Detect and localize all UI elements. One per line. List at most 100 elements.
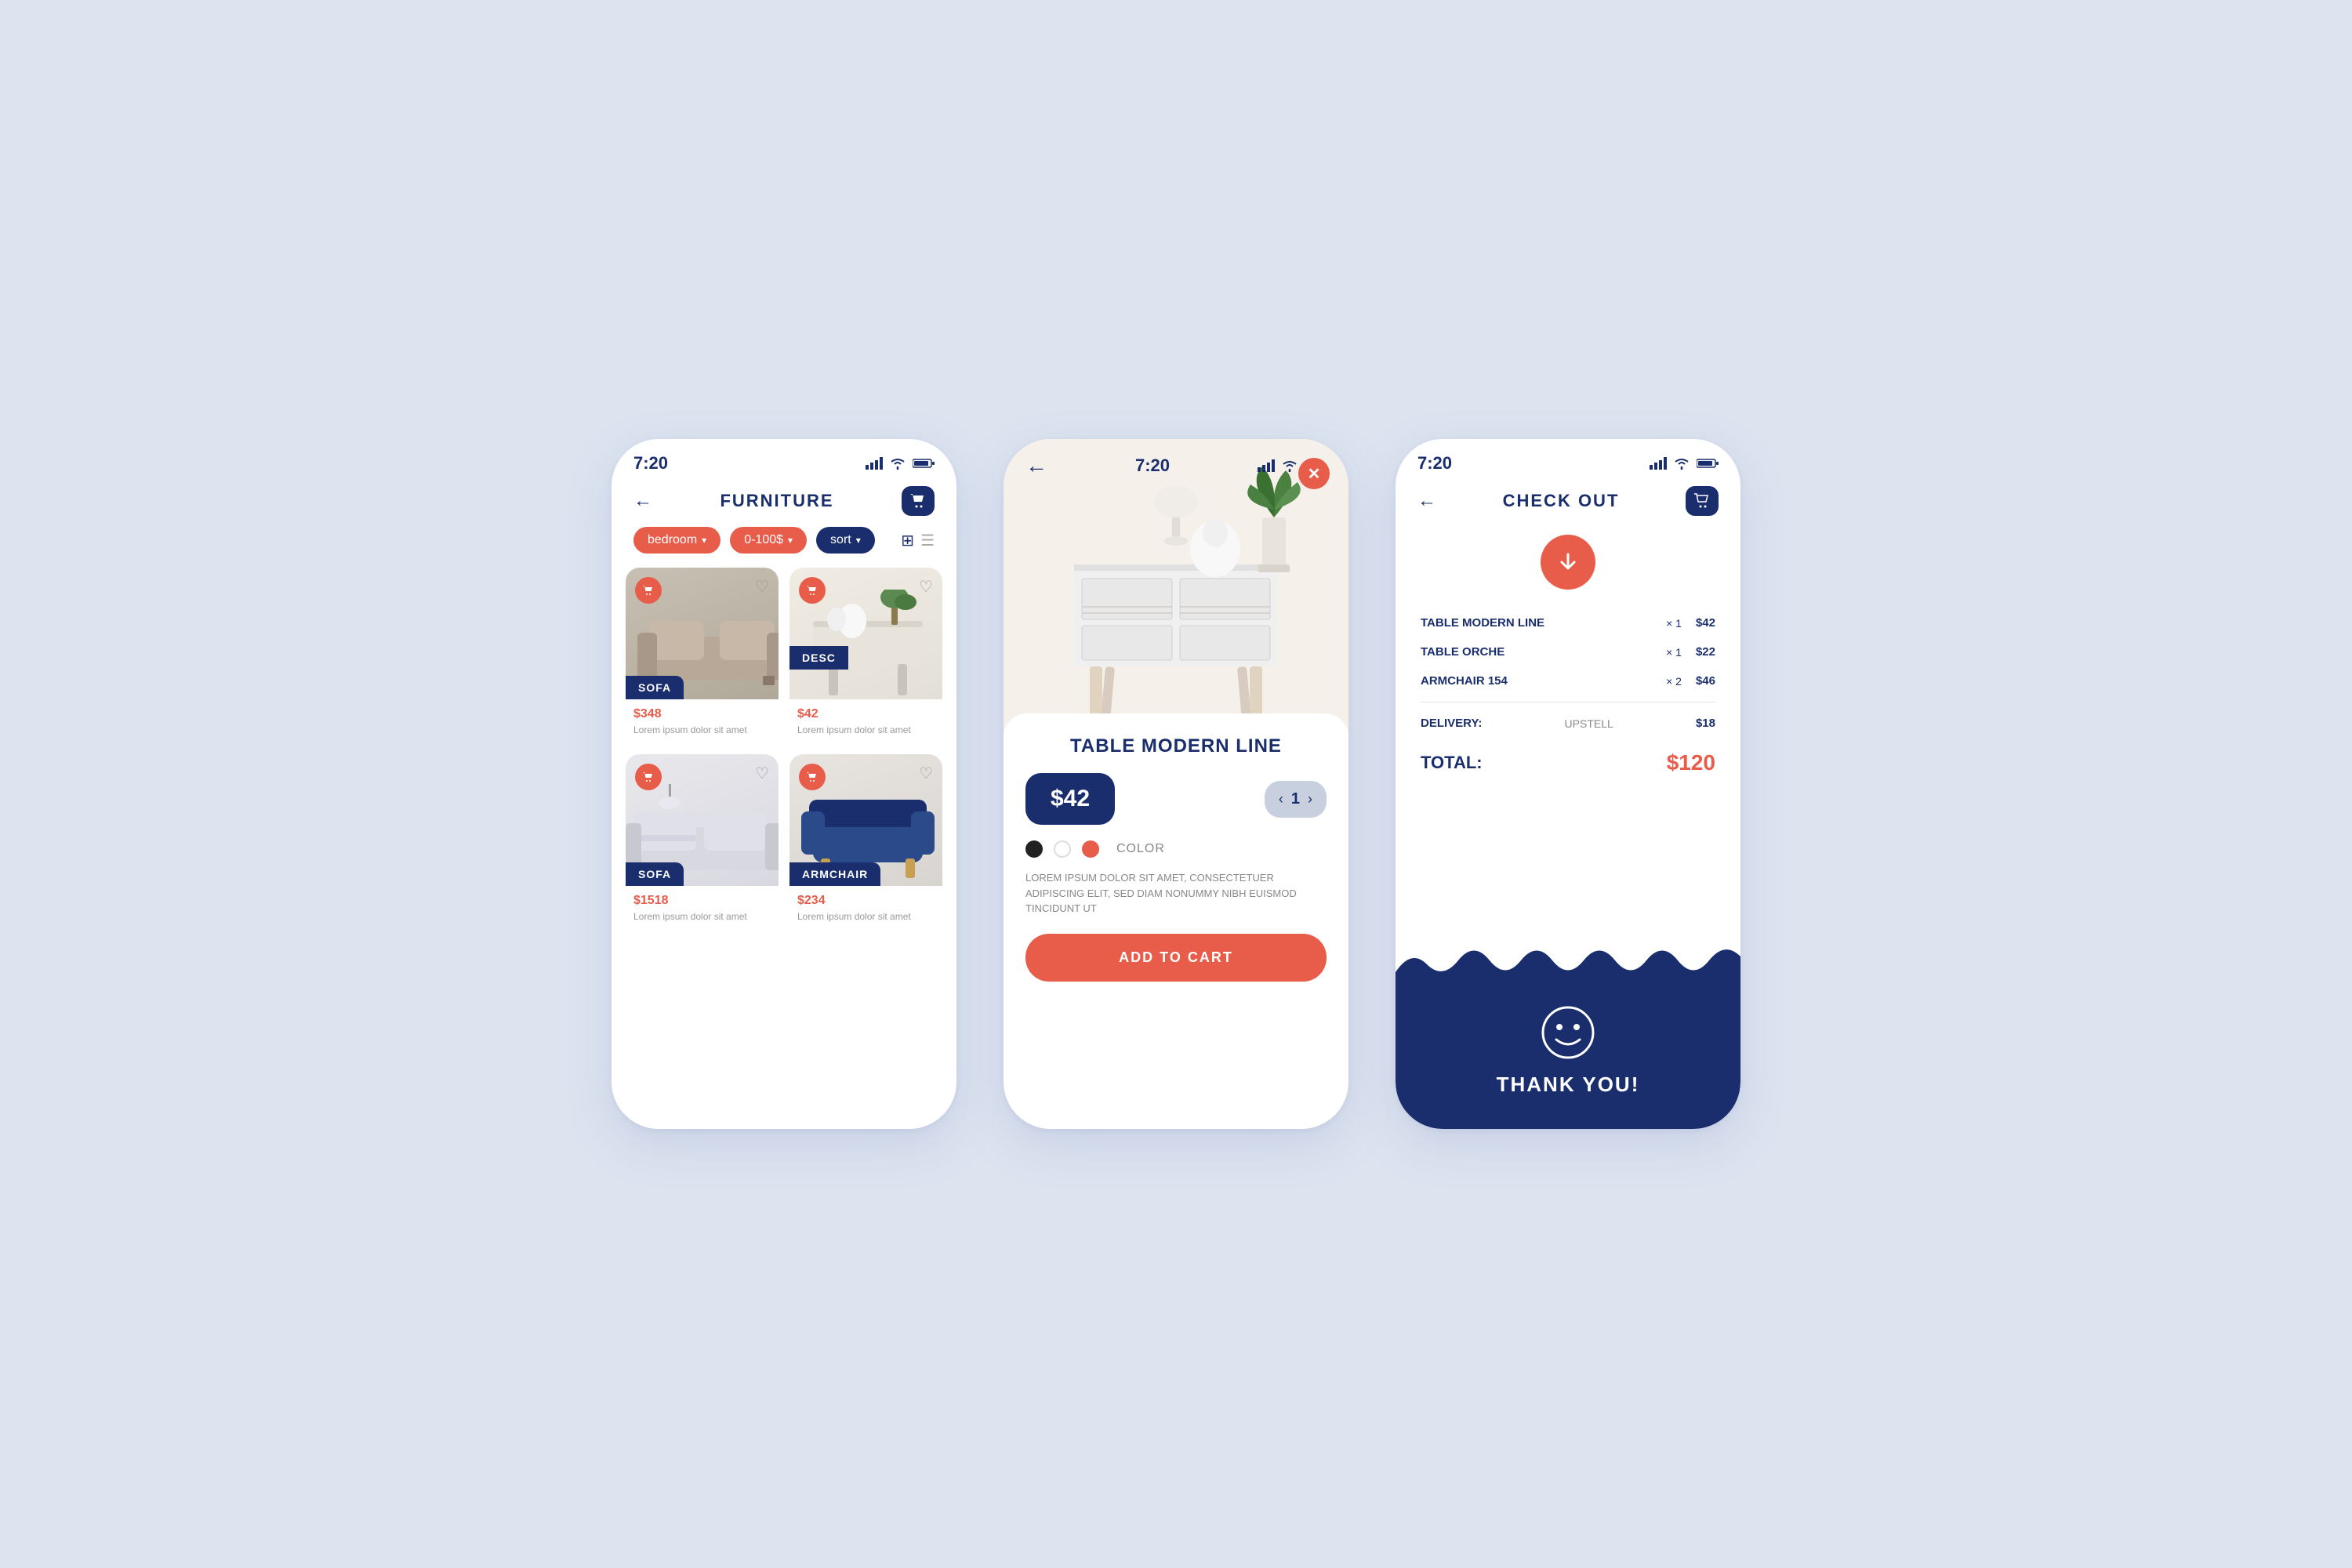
view-toggle: ⊞ ☰ [901,531,935,550]
product-title: TABLE MODERN LINE [1025,735,1327,757]
wave-divider [1396,941,1740,972]
item-qty-3: × 2 [1666,675,1682,688]
download-button[interactable] [1541,535,1595,590]
product-desc: Lorem ipsum dolor sit amet [797,724,935,737]
signal-icon [866,457,883,470]
order-item-3: ARMCHAIR 154 × 2 $46 [1421,666,1715,695]
item-name-2: TABLE ORCHE [1421,645,1652,659]
phone3: 7:20 [1396,439,1740,1129]
product-price: $1518 [633,894,771,908]
filter-sort[interactable]: sort ▾ [816,527,875,554]
product-price: $234 [797,894,935,908]
cart-icon-3[interactable] [1686,486,1719,516]
add-to-cart-badge[interactable] [799,577,826,604]
table-illustration [789,590,942,699]
product-card-table1[interactable]: ♡ DESC $42 Lorem ipsum dolor sit amet [789,568,942,743]
list-view-icon[interactable]: ☰ [920,531,935,550]
signal-icon [1650,457,1667,470]
product-info-2: $42 Lorem ipsum dolor sit amet [789,699,942,743]
color-label: COLOR [1116,842,1165,856]
thank-you-section-wrap: THANK YOU! [1396,941,1740,1129]
item-name-1: TABLE MODERN LINE [1421,616,1652,630]
delivery-row: DELIVERY: UPSTELL $18 [1396,709,1740,738]
qty-value: 1 [1291,790,1300,808]
product-detail-card: TABLE MODERN LINE $42 ‹ 1 › COLOR LOREM … [1004,713,1348,997]
wishlist-icon[interactable]: ♡ [755,577,769,597]
item-price-1: $42 [1696,616,1715,630]
color-selector: COLOR [1025,840,1327,858]
add-to-cart-badge[interactable] [635,577,662,604]
delivery-method: UPSTELL [1565,717,1613,730]
chevron-down-icon: ▾ [702,535,706,546]
filter-bedroom[interactable]: bedroom ▾ [633,527,720,554]
time-3: 7:20 [1417,453,1452,474]
item-name-3: ARMCHAIR 154 [1421,674,1652,688]
p1-title: FURNITURE [720,491,833,511]
time-1: 7:20 [633,453,668,474]
wishlist-icon[interactable]: ♡ [919,577,933,597]
back-arrow-1[interactable]: ← [633,490,652,512]
color-red[interactable] [1082,840,1099,858]
product-card-armchair[interactable]: ♡ ARMCHAIR $234 Lorem ipsum dolor sit am… [789,754,942,930]
qty-increase[interactable]: › [1308,791,1312,808]
time-2: 7:20 [1135,456,1170,476]
product-info-4: $234 Lorem ipsum dolor sit amet [789,886,942,930]
chevron-down-icon: ▾ [856,535,861,546]
product-grid: ♡ SOFA $348 Lorem ipsum dolor sit amet [612,568,956,930]
filter-price[interactable]: 0-100$ ▾ [730,527,807,554]
item-price-2: $22 [1696,645,1715,659]
product-name-label: SOFA [626,676,684,699]
quantity-stepper[interactable]: ‹ 1 › [1265,781,1327,818]
phones-container: 7:20 [612,439,1740,1129]
phone2: ← 7:20 [1004,439,1348,1129]
download-btn-wrap [1396,535,1740,590]
thank-you-text: THANK YOU! [1497,1073,1640,1097]
product-info-1: $348 Lorem ipsum dolor sit amet [626,699,779,743]
status-bar-3: 7:20 [1396,439,1740,481]
status-bar-2: ← 7:20 [1004,439,1348,486]
product-card-sofa1[interactable]: ♡ SOFA $348 Lorem ipsum dolor sit amet [626,568,779,743]
wishlist-icon[interactable]: ♡ [919,764,933,783]
status-icons-1 [866,457,935,470]
order-item-1: TABLE MODERN LINE × 1 $42 [1421,608,1715,637]
qty-decrease[interactable]: ‹ [1279,791,1283,808]
signal-icon [1258,459,1275,472]
p3-header: ← CHECK OUT [1396,481,1740,527]
back-arrow-3[interactable]: ← [1417,490,1436,512]
product-desc: Lorem ipsum dolor sit amet [797,910,935,924]
cart-icon-1[interactable] [902,486,935,516]
filters-row: bedroom ▾ 0-100$ ▾ sort ▾ ⊞ ☰ [612,527,956,568]
total-row: TOTAL: $120 [1396,738,1740,782]
product-price: $348 [633,707,771,721]
wishlist-icon[interactable]: ♡ [755,764,769,783]
product-description: LOREM IPSUM DOLOR SIT AMET, CONSECTETUER… [1025,870,1327,916]
wifi-icon [1281,459,1298,472]
add-to-cart-badge[interactable] [799,764,826,790]
product-price: $42 [797,707,935,721]
p1-header: ← FURNITURE [612,481,956,527]
close-button[interactable]: ✕ [1298,458,1330,489]
item-price-3: $46 [1696,674,1715,688]
add-to-cart-button[interactable]: ADD TO CART [1025,934,1327,982]
total-label: TOTAL: [1421,753,1483,773]
chevron-down-icon: ▾ [788,535,793,546]
price-qty-row: $42 ‹ 1 › [1025,773,1327,825]
status-icons-3 [1650,457,1719,470]
wifi-icon [1673,457,1690,470]
color-black[interactable] [1025,840,1043,858]
item-qty-1: × 1 [1666,617,1682,630]
price-badge: $42 [1025,773,1115,825]
product-image-area: ← 7:20 [1004,439,1348,737]
product-desc-label: DESC [789,646,848,670]
back-arrow-2[interactable]: ← [1025,453,1047,478]
battery-icon [1697,458,1719,469]
product-name-label: SOFA [626,862,684,886]
battery-icon [913,458,935,469]
product-card-sofa2[interactable]: ♡ SOFA $1518 Lorem ipsum dolor sit amet [626,754,779,930]
wifi-icon [889,457,906,470]
grid-view-icon[interactable]: ⊞ [901,531,914,550]
add-to-cart-badge[interactable] [635,764,662,790]
order-item-2: TABLE ORCHE × 1 $22 [1421,637,1715,666]
product-desc: Lorem ipsum dolor sit amet [633,724,771,737]
color-white[interactable] [1054,840,1071,858]
